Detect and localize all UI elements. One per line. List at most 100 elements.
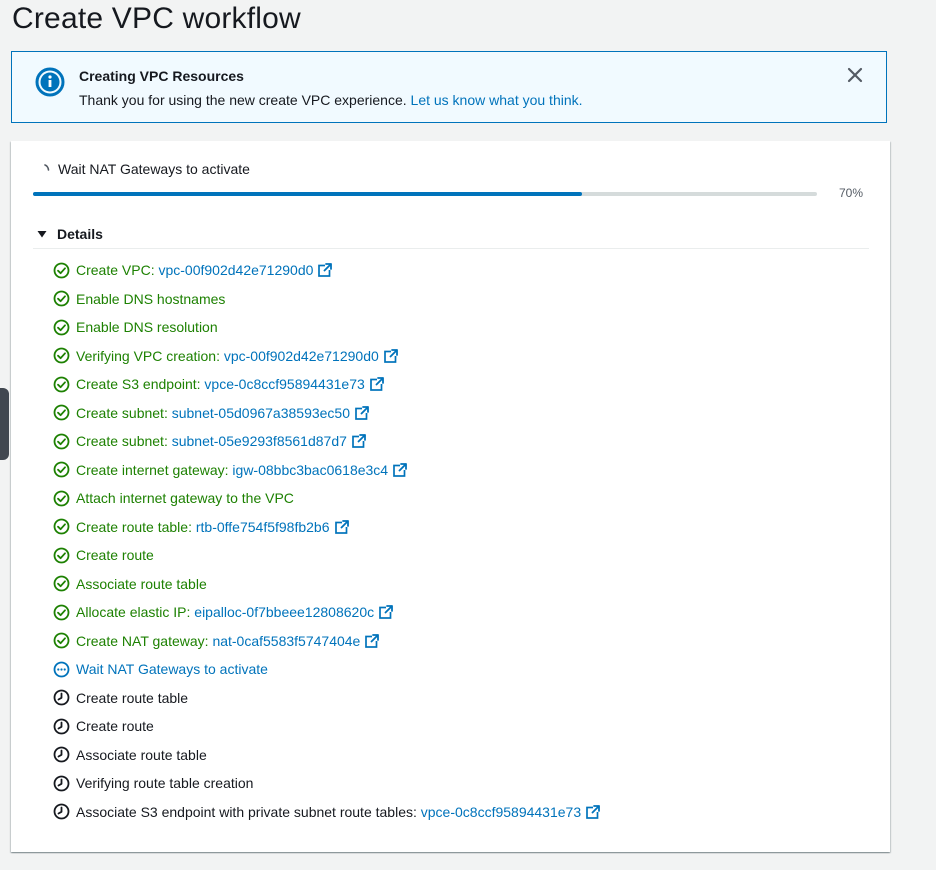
clock-icon <box>53 775 70 792</box>
step-item: Create subnet: subnet-05e9293f8561d87d7 <box>53 427 600 456</box>
resource-link[interactable]: vpce-0c8ccf95894431e73 <box>421 804 581 820</box>
check-circle-icon <box>53 632 70 649</box>
step-label: Create internet gateway: <box>76 461 229 478</box>
caret-down-icon <box>37 231 47 238</box>
step-label: Associate S3 endpoint with private subne… <box>76 803 417 820</box>
resource-link[interactable]: nat-0caf5583f5747404e <box>212 633 360 649</box>
step-label: Create route table <box>76 689 189 706</box>
details-label: Details <box>57 226 103 242</box>
step-item: Attach internet gateway to the VPC <box>53 484 600 513</box>
step-label: Enable DNS resolution <box>76 319 218 336</box>
step-item: Create NAT gateway: nat-0caf5583f5747404… <box>53 627 600 656</box>
resource-link[interactable]: rtb-0ffe754f5f98fb2b6 <box>196 519 330 535</box>
details-divider <box>33 248 869 249</box>
step-label: Create S3 endpoint: <box>76 376 201 393</box>
page: Create VPC workflow Creating VPC Resourc… <box>0 0 936 870</box>
details-toggle[interactable]: Details <box>37 226 103 242</box>
info-alert: Creating VPC Resources Thank you for usi… <box>11 51 887 123</box>
workflow-card: Wait NAT Gateways to activate 70% Detail… <box>11 141 890 852</box>
check-circle-icon <box>53 461 70 478</box>
check-circle-icon <box>53 262 70 279</box>
step-label: Attach internet gateway to the VPC <box>76 490 294 507</box>
external-link-icon[interactable] <box>352 434 366 449</box>
progress-percent: 70% <box>839 186 864 200</box>
step-label: Create subnet: <box>76 433 168 450</box>
step-label: Allocate elastic IP: <box>76 604 191 621</box>
step-label: Create route <box>76 718 154 735</box>
step-item: Create route <box>53 541 600 570</box>
step-label: Create NAT gateway: <box>76 632 209 649</box>
resource-link[interactable]: subnet-05d0967a38593ec50 <box>172 405 350 421</box>
external-link-icon[interactable] <box>355 405 370 420</box>
clock-icon <box>53 718 70 735</box>
status-indicator: Wait NAT Gateways to activate <box>41 161 250 177</box>
external-link-icon[interactable] <box>383 348 398 363</box>
step-item: Create internet gateway: igw-08bbc3bac06… <box>53 456 600 485</box>
alert-message: Thank you for using the new create VPC e… <box>79 92 407 108</box>
resource-link[interactable]: vpc-00f902d42e71290d0 <box>158 262 313 278</box>
check-circle-icon <box>53 290 70 307</box>
step-item: Create S3 endpoint: vpce-0c8ccf95894431e… <box>53 370 600 399</box>
feedback-link[interactable]: Let us know what you think. <box>411 92 583 108</box>
page-title: Create VPC workflow <box>12 2 301 35</box>
step-label: Associate route table <box>76 746 207 763</box>
external-link-icon[interactable] <box>334 519 349 534</box>
step-item: Wait NAT Gateways to activate <box>53 655 600 684</box>
step-item: Create route table: rtb-0ffe754f5f98fb2b… <box>53 513 600 542</box>
step-label: Verifying route table creation <box>76 775 254 792</box>
step-label: Associate route table <box>76 575 207 592</box>
step-item: Verifying VPC creation: vpc-00f902d42e71… <box>53 342 600 371</box>
external-link-icon[interactable] <box>393 462 408 477</box>
clock-icon <box>53 803 70 820</box>
clock-icon <box>53 689 70 706</box>
resource-link[interactable]: vpce-0c8ccf95894431e73 <box>204 376 364 392</box>
external-link-icon[interactable] <box>379 605 394 620</box>
check-circle-icon <box>53 490 70 507</box>
check-circle-icon <box>53 319 70 336</box>
step-item: Associate route table <box>53 570 600 599</box>
step-label: Verifying VPC creation: <box>76 347 220 364</box>
check-circle-icon <box>53 376 70 393</box>
step-label: Create route <box>76 547 154 564</box>
check-circle-icon <box>53 604 70 621</box>
step-item: Create VPC: vpc-00f902d42e71290d0 <box>53 256 600 285</box>
step-item: Associate S3 endpoint with private subne… <box>53 798 601 827</box>
step-item: Allocate elastic IP: eipalloc-0f7bbeee12… <box>53 598 600 627</box>
step-item: Create subnet: subnet-05d0967a38593ec50 <box>53 399 600 428</box>
step-item: Verifying route table creation <box>53 769 600 798</box>
step-label: Wait NAT Gateways to activate <box>76 661 268 678</box>
alert-title: Creating VPC Resources <box>79 68 244 84</box>
spinner-icon <box>44 164 50 171</box>
progress-bar <box>33 192 817 196</box>
alert-body: Thank you for using the new create VPC e… <box>79 92 583 108</box>
resource-link[interactable]: vpc-00f902d42e71290d0 <box>224 348 379 364</box>
resource-link[interactable]: subnet-05e9293f8561d87d7 <box>172 433 347 449</box>
check-circle-icon <box>53 433 70 450</box>
external-link-icon[interactable] <box>318 263 333 278</box>
check-circle-icon <box>53 518 70 535</box>
step-label: Create VPC: <box>76 262 155 279</box>
status-label: Wait NAT Gateways to activate <box>58 161 250 177</box>
check-circle-icon <box>53 575 70 592</box>
step-label: Enable DNS hostnames <box>76 290 226 307</box>
step-label: Create subnet: <box>76 404 168 421</box>
step-item: Enable DNS hostnames <box>53 285 600 314</box>
clock-icon <box>53 746 70 763</box>
progress-bar-fill <box>33 192 582 196</box>
step-item: Associate route table <box>53 741 600 770</box>
external-link-icon[interactable] <box>365 633 380 648</box>
step-item: Enable DNS resolution <box>53 313 600 342</box>
check-circle-icon <box>53 404 70 421</box>
external-link-icon[interactable] <box>586 804 601 819</box>
resource-link[interactable]: eipalloc-0f7bbeee12808620c <box>194 604 374 620</box>
side-panel-handle[interactable] <box>0 388 9 460</box>
check-circle-icon <box>53 347 70 364</box>
info-icon <box>35 67 65 97</box>
resource-link[interactable]: igw-08bbc3bac0618e3c4 <box>232 462 388 478</box>
step-label: Create route table: <box>76 518 192 535</box>
step-item: Create route <box>53 712 600 741</box>
external-link-icon[interactable] <box>369 377 384 392</box>
check-circle-icon <box>53 547 70 564</box>
steps-list: Create VPC: vpc-00f902d42e71290d0 Enable … <box>53 256 601 827</box>
close-icon[interactable] <box>846 66 864 84</box>
